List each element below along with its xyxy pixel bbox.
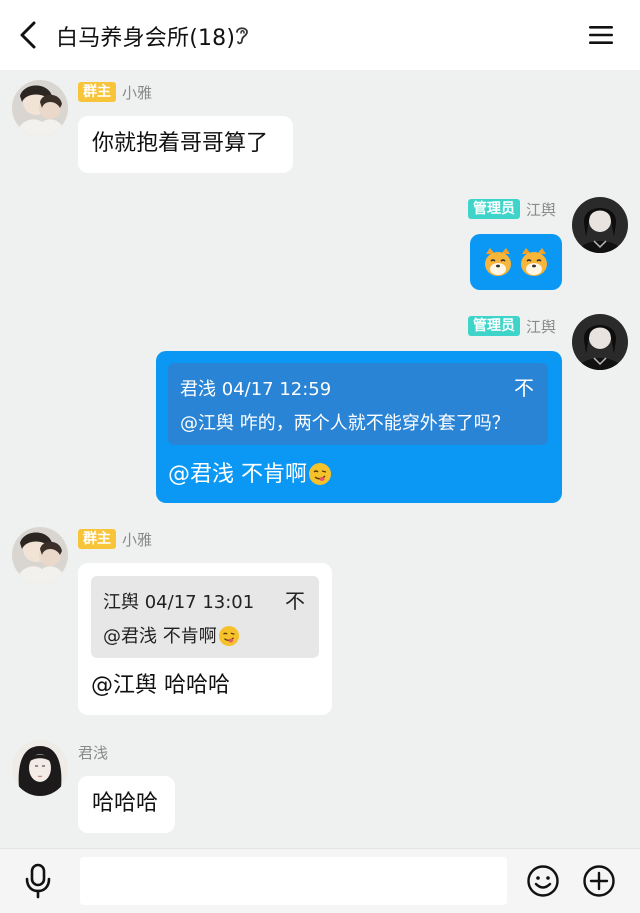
message-input[interactable] [80,857,507,905]
quote-text: @江舆 咋的，两个人就不能穿外套了吗？ [180,413,510,434]
back-button[interactable] [12,17,44,53]
more-button[interactable] [582,864,616,898]
message-bubble[interactable]: 你就抱着哥哥算了 [78,116,293,173]
message-bubble[interactable]: 哈哈哈 [78,776,175,833]
sender-meta: 君浅 [78,741,108,763]
microphone-icon [25,863,51,899]
pin-icon: 不 [514,376,534,400]
message-list[interactable]: 群主 小雅 你就抱着哥哥算了 管理员 江舆 管理员 江舆 君浅 04/17 12… [0,70,640,848]
shiba-face-icon [521,248,547,276]
shiba-face-icon [485,248,511,276]
group-menu-button[interactable] [586,20,616,50]
role-badge: 群主 [78,529,116,549]
message-text: @江舆 哈哈哈 [91,673,230,698]
plus-icon [583,865,615,897]
role-badge: 管理员 [467,316,520,336]
sender-name: 小雅 [122,83,153,102]
chat-header: 白马养身会所(18) [0,0,640,70]
sender-meta: 管理员 江舆 [420,315,556,337]
smiley-icon [527,865,559,897]
sender-name: 江舆 [525,200,556,219]
sticker-bubble[interactable] [470,234,562,290]
quote-text: @君浅 不肯啊 [103,622,239,652]
message-text: 你就抱着哥哥算了 [92,131,269,156]
message-content: @江舆 哈哈哈 [91,671,230,701]
message-text: 哈哈哈 [92,791,159,816]
emoji-button[interactable] [526,864,560,898]
sender-name: 小雅 [122,530,153,549]
sender-meta: 群主 小雅 [78,81,152,103]
voice-button[interactable] [22,863,54,899]
wink-tongue-emoji-icon [218,626,239,646]
sender-meta: 群主 小雅 [78,528,152,550]
role-badge: 群主 [78,82,116,102]
quoted-message[interactable]: 江舆 04/17 13:01 不 @君浅 不肯啊 [91,576,319,658]
input-bar [0,848,640,913]
avatar-xiaoya[interactable] [12,527,68,583]
ear-icon [236,27,248,45]
message-text: @君浅 不肯啊 [168,462,307,487]
sender-meta: 管理员 江舆 [420,198,556,220]
wink-tongue-emoji-icon [309,463,331,485]
avatar-jiangyu[interactable] [572,314,628,370]
sender-name: 江舆 [525,317,556,336]
avatar-xiaoya[interactable] [12,80,68,136]
message-bubble[interactable]: 江舆 04/17 13:01 不 @君浅 不肯啊 @江舆 哈哈哈 [78,563,332,715]
quote-author-time: 江舆 04/17 13:01 [103,592,255,613]
message-bubble[interactable]: 君浅 04/17 12:59 不 @江舆 咋的，两个人就不能穿外套了吗？ @君浅… [156,351,562,503]
message-content: @君浅 不肯啊 [168,460,331,490]
group-title: 白马养身会所(18) [56,26,236,51]
chat-app: 白马养身会所(18) 群主 小雅 你就抱着哥哥算了 管理员 江舆 管理员 江舆 … [0,0,640,913]
quoted-message[interactable]: 君浅 04/17 12:59 不 @江舆 咋的，两个人就不能穿外套了吗？ [168,363,548,445]
role-badge: 管理员 [467,199,520,219]
sender-name: 君浅 [78,743,109,762]
chevron-left-icon [20,21,36,49]
quote-author-time: 君浅 04/17 12:59 [180,379,332,400]
avatar-jiangyu[interactable] [572,197,628,253]
pin-icon: 不 [285,589,305,613]
avatar-junqian[interactable] [12,740,68,796]
menu-icon [589,26,613,44]
